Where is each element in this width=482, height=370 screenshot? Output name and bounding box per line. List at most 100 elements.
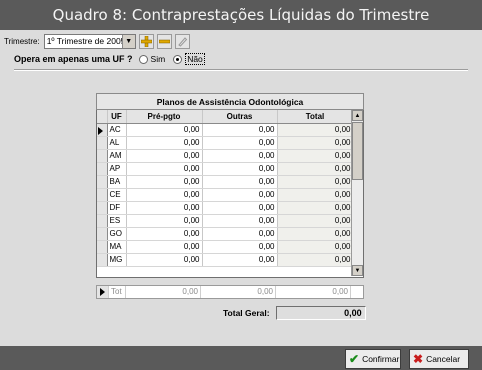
cell-pre[interactable]: 0,00 [126,227,203,241]
uf-question: Opera em apenas uma UF ? [14,54,133,64]
cell-total: 0,00 [277,149,354,163]
cell-pre[interactable]: 0,00 [126,175,203,189]
cell-uf[interactable]: AC [107,123,127,137]
table-row[interactable]: AL 0,00 0,00 0,00 [97,136,354,150]
scroll-thumb[interactable] [352,122,363,180]
vertical-scrollbar[interactable]: ▲ ▼ [351,110,363,276]
close-icon: ✖ [413,352,424,366]
confirm-button[interactable]: ✔ Confirmar [345,349,401,369]
cell-uf[interactable]: MA [107,240,127,254]
edit-button[interactable] [174,33,190,49]
table-row[interactable]: AP 0,00 0,00 0,00 [97,162,354,176]
data-grid[interactable]: UF Pré-pgto Outras Total AC 0,00 0,00 0,00 A… [96,110,364,278]
cell-outras[interactable]: 0,00 [202,227,278,241]
cell-pre[interactable]: 0,00 [126,149,203,163]
plus-icon [140,35,152,47]
total-geral-label: Total Geral: [223,308,270,318]
cell-pre[interactable]: 0,00 [126,136,203,150]
col-header-uf[interactable]: UF [107,110,127,124]
table-row[interactable]: DF 0,00 0,00 0,00 [97,201,354,215]
remove-button[interactable] [156,33,172,49]
totals-outras: 0,00 [201,286,276,298]
cell-uf[interactable]: CE [107,188,127,202]
table-row[interactable]: MA 0,00 0,00 0,00 [97,240,354,254]
grid-table: UF Pré-pgto Outras Total AC 0,00 0,00 0,00 A… [97,110,354,267]
scroll-up-icon[interactable]: ▲ [352,110,363,121]
grid-header-row: UF Pré-pgto Outras Total [97,110,354,124]
cell-uf[interactable]: MG [107,253,127,267]
grid-panel: Planos de Assistência Odontológica UF Pr… [96,93,364,278]
trimestre-row: Trimestre: 1º Trimestre de 2005 ▼ [4,31,190,51]
table-row[interactable]: AC 0,00 0,00 0,00 [97,123,354,137]
uf-option-row: Opera em apenas uma UF ? Sim Não [14,52,213,66]
total-geral-value: 0,00 [275,306,366,320]
col-header-outras[interactable]: Outras [202,110,278,124]
table-row[interactable]: GO 0,00 0,00 0,00 [97,227,354,241]
cell-pre[interactable]: 0,00 [126,214,203,228]
row-indicator [97,227,108,241]
cell-pre[interactable]: 0,00 [126,123,203,137]
table-row[interactable]: BA 0,00 0,00 0,00 [97,175,354,189]
cell-total: 0,00 [277,162,354,176]
cell-pre[interactable]: 0,00 [126,201,203,215]
cell-pre[interactable]: 0,00 [126,188,203,202]
cell-uf[interactable]: AL [107,136,127,150]
cell-outras[interactable]: 0,00 [202,149,278,163]
radio-nao[interactable]: Não [173,53,205,65]
grid-body: AC 0,00 0,00 0,00 AL 0,00 0,00 0,00 AM 0,00 0,00 0,… [97,123,354,267]
cell-total: 0,00 [277,214,354,228]
cell-total: 0,00 [277,123,354,137]
row-indicator [97,201,108,215]
row-indicator [97,253,108,267]
cell-outras[interactable]: 0,00 [202,175,278,189]
row-indicator [97,123,108,137]
row-indicator [97,162,108,176]
cell-outras[interactable]: 0,00 [202,201,278,215]
window-title: Quadro 8: Contraprestações Líquidas do T… [0,0,482,30]
cell-uf[interactable]: GO [107,227,127,241]
cell-outras[interactable]: 0,00 [202,136,278,150]
chevron-down-icon[interactable]: ▼ [121,34,135,48]
cell-outras[interactable]: 0,00 [202,188,278,202]
row-indicator [97,214,108,228]
radio-sim[interactable]: Sim [138,54,165,64]
minus-icon [158,39,170,43]
cell-total: 0,00 [277,227,354,241]
totals-indicator-icon [97,286,109,298]
cell-pre[interactable]: 0,00 [126,162,203,176]
cell-pre[interactable]: 0,00 [126,240,203,254]
table-row[interactable]: ES 0,00 0,00 0,00 [97,214,354,228]
cell-pre[interactable]: 0,00 [126,253,203,267]
table-row[interactable]: CE 0,00 0,00 0,00 [97,188,354,202]
cell-outras[interactable]: 0,00 [202,214,278,228]
radio-nao-circle[interactable] [173,54,183,64]
radio-nao-label: Não [185,53,205,65]
totals-pre: 0,00 [126,286,201,298]
totals-row: Tot 0,00 0,00 0,00 [96,285,364,299]
cell-uf[interactable]: BA [107,175,127,189]
cell-total: 0,00 [277,175,354,189]
add-button[interactable] [138,33,154,49]
cell-uf[interactable]: ES [107,214,127,228]
cell-uf[interactable]: AP [107,162,127,176]
cell-outras[interactable]: 0,00 [202,162,278,176]
cell-uf[interactable]: AM [107,149,127,163]
cell-uf[interactable]: DF [107,201,127,215]
radio-sim-circle[interactable] [138,54,148,64]
trimestre-value: 1º Trimestre de 2005 [46,36,126,46]
scroll-down-icon[interactable]: ▼ [352,265,363,276]
cell-outras[interactable]: 0,00 [202,253,278,267]
col-header-pre[interactable]: Pré-pgto [126,110,203,124]
divider [14,69,468,71]
col-header-total[interactable]: Total [277,110,354,124]
cancel-button[interactable]: ✖ Cancelar [409,349,469,369]
total-geral: Total Geral: 0,00 [223,306,366,320]
totals-total: 0,00 [276,286,351,298]
table-row[interactable]: AM 0,00 0,00 0,00 [97,149,354,163]
table-row[interactable]: MG 0,00 0,00 0,00 [97,253,354,267]
cell-outras[interactable]: 0,00 [202,123,278,137]
cell-outras[interactable]: 0,00 [202,240,278,254]
row-indicator [97,175,108,189]
trimestre-select[interactable]: 1º Trimestre de 2005 ▼ [43,33,136,49]
trimestre-label: Trimestre: [4,36,40,46]
